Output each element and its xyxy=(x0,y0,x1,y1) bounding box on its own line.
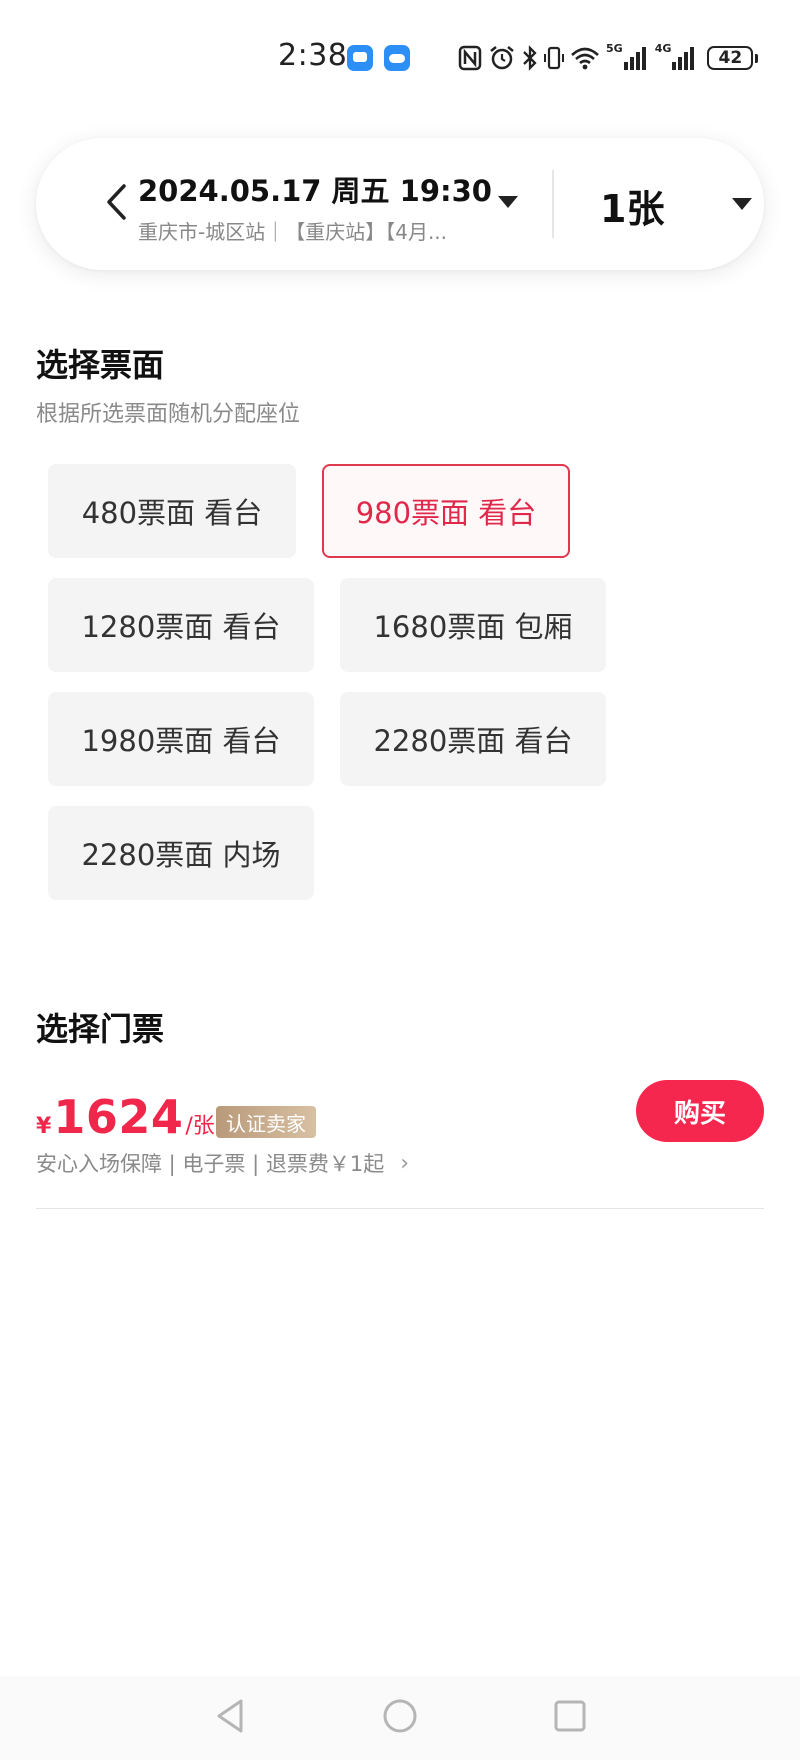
ticket-listing[interactable]: ¥ 1624 /张 认证卖家 安心入场保障 | 电子票 | 退票费￥1起 › 购… xyxy=(36,1080,764,1208)
status-icons: 5G 4G 42 xyxy=(458,40,759,76)
face-section-title: 选择票面 xyxy=(36,346,165,384)
battery-indicator: 42 xyxy=(707,46,759,70)
square-recent-icon xyxy=(553,1699,587,1737)
price-currency: ¥ xyxy=(36,1114,52,1139)
network-4g-label: 4G xyxy=(654,41,672,55)
nav-back-button[interactable] xyxy=(202,1690,258,1746)
signal-5g-icon xyxy=(623,45,649,71)
ticket-guarantee-link[interactable]: 安心入场保障 | 电子票 | 退票费￥1起 › xyxy=(36,1148,409,1178)
listing-divider xyxy=(36,1208,764,1209)
ticket-price: ¥ 1624 /张 xyxy=(36,1090,215,1144)
session-selector[interactable]: 2024.05.17 周五 19:30 重庆市-城区站｜【重庆站】【4月... xyxy=(138,168,538,248)
session-subtitle: 重庆市-城区站｜【重庆站】【4月... xyxy=(138,220,448,244)
battery-level: 42 xyxy=(707,46,754,70)
face-option-1280-stand[interactable]: 1280票面 看台 xyxy=(48,578,314,672)
buy-button[interactable]: 购买 xyxy=(636,1080,764,1142)
battery-tip xyxy=(755,53,759,63)
quantity-selector[interactable]: 1张 xyxy=(596,174,752,234)
verified-seller-badge: 认证卖家 xyxy=(216,1106,316,1138)
circle-home-icon xyxy=(381,1697,419,1739)
caret-down-icon[interactable] xyxy=(498,196,518,208)
face-section-subtitle: 根据所选票面随机分配座位 xyxy=(36,402,301,427)
chat-notification-icon xyxy=(347,45,373,71)
face-option-480-stand[interactable]: 480票面 看台 xyxy=(48,464,296,558)
session-header-card: 2024.05.17 周五 19:30 重庆市-城区站｜【重庆站】【4月... … xyxy=(36,138,764,270)
face-option-1680-box[interactable]: 1680票面 包厢 xyxy=(340,578,606,672)
cloud-notification-icon xyxy=(384,45,410,71)
status-time: 2:38 xyxy=(278,38,348,73)
face-option-2280-floor[interactable]: 2280票面 内场 xyxy=(48,806,314,900)
ticket-select-screen: 2:38 5G 4G 42 2024.05.17 周五 19:30 重庆市-城区… xyxy=(0,0,800,1760)
wifi-icon xyxy=(570,45,600,71)
network-5g-label: 5G xyxy=(606,41,623,55)
quantity-value: 1张 xyxy=(600,187,665,231)
face-option-980-stand[interactable]: 980票面 看台 xyxy=(322,464,570,558)
alarm-icon xyxy=(488,44,516,72)
nfc-icon xyxy=(458,45,482,71)
triangle-back-icon xyxy=(213,1697,247,1739)
face-option-1980-stand[interactable]: 1980票面 看台 xyxy=(48,692,314,786)
ticket-description: 安心入场保障 | 电子票 | 退票费￥1起 xyxy=(36,1152,385,1176)
status-bar: 2:38 5G 4G 42 xyxy=(0,0,800,110)
nav-home-button[interactable] xyxy=(372,1690,428,1746)
session-title: 2024.05.17 周五 19:30 xyxy=(138,174,492,208)
chevron-right-icon: › xyxy=(400,1150,410,1176)
chevron-left-icon xyxy=(104,182,128,226)
ticket-section-title: 选择门票 xyxy=(36,1010,165,1048)
price-unit: /张 xyxy=(185,1114,215,1139)
nav-recent-button[interactable] xyxy=(542,1690,598,1746)
face-option-2280-stand[interactable]: 2280票面 看台 xyxy=(340,692,606,786)
price-amount: 1624 xyxy=(53,1090,184,1144)
vibrate-icon xyxy=(544,45,564,71)
bluetooth-icon xyxy=(522,44,538,72)
back-button[interactable] xyxy=(96,182,136,226)
header-divider xyxy=(552,170,554,238)
signal-4g-icon xyxy=(671,45,697,71)
caret-down-icon xyxy=(732,198,752,210)
system-nav-bar xyxy=(0,1676,800,1760)
